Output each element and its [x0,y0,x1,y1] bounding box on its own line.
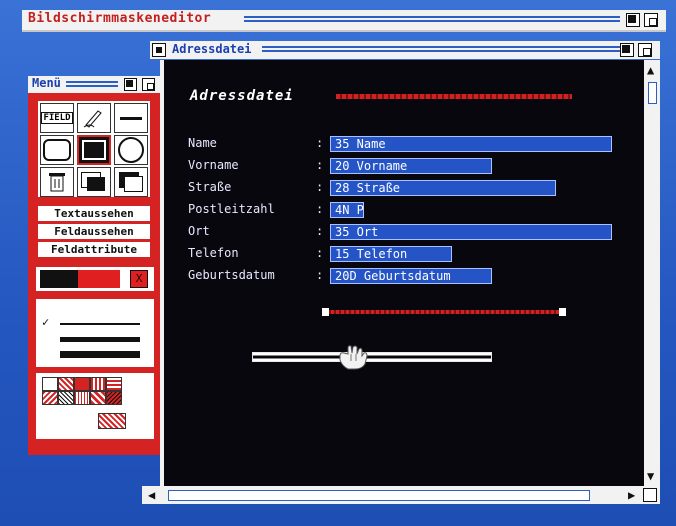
color-swatch-red[interactable] [78,270,120,288]
form-field-ort[interactable]: 35 Ort [330,224,612,240]
window-close-button[interactable] [152,43,166,57]
resize-handle-left[interactable] [322,308,329,316]
window-title: Adressdatei [172,42,252,56]
pen-tool-icon[interactable] [77,103,111,133]
title-bar-stripes [244,16,620,24]
field-label: Postleitzahl [188,202,275,216]
menu-depth-front-gadget[interactable] [142,78,155,91]
pattern-selector [36,373,154,439]
pattern-swatch[interactable] [58,391,74,405]
scroll-down-arrow-icon[interactable]: ▼ [647,470,654,482]
scroll-right-arrow-icon[interactable]: ▶ [628,489,635,501]
menu-title: Menü [32,76,61,90]
desktop: Bildschirmmaskeneditor Adressdatei ▲ ▼ ◀… [0,0,676,526]
form-field-name[interactable]: 35 Name [330,136,612,152]
app-title: Bildschirmmaskeneditor [28,11,212,26]
horizontal-scrollbar[interactable]: ◀ ▶ [142,486,660,504]
app-title-bar[interactable]: Bildschirmmaskeneditor [22,10,666,32]
colon: : [316,268,324,282]
pattern-swatch[interactable] [42,391,58,405]
selected-pattern-swatch[interactable] [98,413,126,429]
colon: : [316,224,324,238]
pattern-swatch[interactable] [106,391,122,405]
pattern-swatch[interactable] [106,377,122,391]
colon: : [316,246,324,260]
feldattribute-button[interactable]: Feldattribute [38,242,150,257]
colon: : [316,180,324,194]
feldaussehen-button[interactable]: Feldaussehen [38,224,150,239]
circle-tool-icon[interactable] [114,135,148,165]
colon: : [316,136,324,150]
depth-back-gadget[interactable] [626,13,640,27]
menu-depth-back-gadget[interactable] [124,78,137,91]
selected-line [326,310,562,314]
colon: : [316,158,324,172]
window-title-stripes [262,46,620,54]
field-label: Name [188,136,217,150]
window-depth-front-gadget[interactable] [638,43,652,57]
field-label: Telefon [188,246,239,260]
field-value: 20 Vorname [335,159,408,173]
line-tool-icon[interactable] [114,103,148,133]
scroll-up-arrow-icon[interactable]: ▲ [647,64,654,76]
tool-palette: FIELD Textaussehen Feldaussehen Feldattr… [28,93,160,455]
window-title-bar[interactable]: Adressdatei [150,41,660,59]
field-label: Vorname [188,158,239,172]
resize-gadget[interactable] [643,488,657,502]
pattern-swatch[interactable] [74,377,90,391]
form-field-telefon[interactable]: 15 Telefon [330,246,452,262]
pattern-swatch[interactable] [42,377,58,391]
rounded-rect-tool-icon[interactable] [40,135,74,165]
title-underline[interactable] [336,94,572,99]
color-close-button[interactable]: X [130,270,148,288]
colon: : [316,202,324,216]
form-title: Adressdatei [190,88,294,104]
pattern-swatch[interactable] [90,391,106,405]
form-field-geburtsdatum[interactable]: 20D Geburtsdatum [330,268,492,284]
rect-tool-icon[interactable] [77,135,111,165]
horizontal-scroll-thumb[interactable] [168,490,590,501]
check-icon: ✓ [42,315,50,329]
pattern-swatch[interactable] [90,377,106,391]
selected-line-object[interactable] [322,308,566,316]
scroll-left-arrow-icon[interactable]: ◀ [148,489,155,501]
color-selector: X [36,267,154,291]
pattern-swatch[interactable] [74,391,90,405]
form-field-postleitzahl[interactable]: 4N P [330,202,364,218]
pattern-swatch[interactable] [58,377,74,391]
field-label: Straße [188,180,232,194]
window-tool-icon[interactable] [114,167,148,197]
window-depth-back-gadget[interactable] [620,43,634,57]
hand-cursor-icon [339,345,368,370]
field-label: Geburtsdatum [188,268,275,282]
field-icon-label: FIELD [41,112,73,124]
field-value: 20D Geburtsdatum [335,269,451,283]
field-label: Ort [188,224,210,238]
field-value: 15 Telefon [335,247,408,261]
tool-grid: FIELD [38,101,150,197]
field-value: 28 Straße [335,181,401,195]
fill-tool-icon[interactable] [77,167,111,197]
field-value: 35 Name [335,137,386,151]
color-swatch-black[interactable] [40,270,78,288]
depth-front-gadget[interactable] [644,13,658,27]
menu-title-bar[interactable]: Menü [28,76,160,93]
vertical-scroll-thumb[interactable] [648,82,657,104]
line-style-medium[interactable] [60,337,140,342]
textaussehen-button[interactable]: Textaussehen [38,206,150,221]
form-field-strasse[interactable]: 28 Straße [330,180,556,196]
vertical-scrollbar[interactable]: ▲ ▼ [644,60,660,486]
line-style-thin[interactable] [60,323,140,325]
field-value: 4N P [335,203,364,217]
field-tool-icon[interactable]: FIELD [40,103,74,133]
menu-title-stripes [66,81,118,88]
field-value: 35 Ort [335,225,379,239]
double-line-object[interactable] [252,352,492,362]
resize-handle-right[interactable] [559,308,566,316]
trash-tool-icon[interactable] [40,167,74,197]
line-style-selector: ✓ [36,299,154,367]
form-field-vorname[interactable]: 20 Vorname [330,158,492,174]
line-style-thick[interactable] [60,351,140,358]
